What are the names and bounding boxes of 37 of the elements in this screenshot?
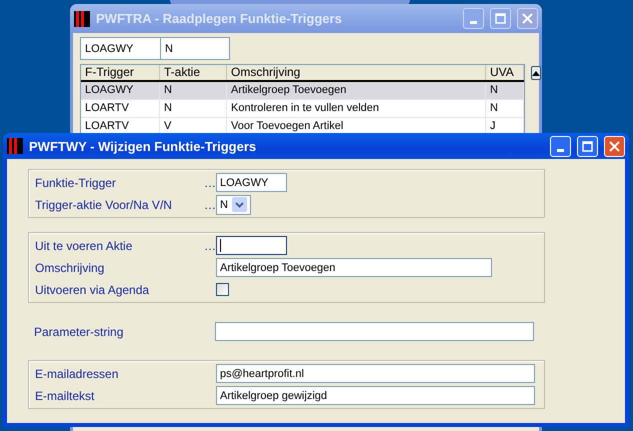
- field-label: Omschrijving: [35, 260, 106, 274]
- column-header[interactable]: T-aktie: [160, 65, 227, 80]
- lookup-link[interactable]: …: [204, 176, 216, 190]
- field-label: Uit te voeren Aktie: [35, 238, 134, 252]
- lookup-link[interactable]: …: [204, 238, 216, 252]
- field-label: Parameter-string: [34, 324, 124, 338]
- column-header[interactable]: UVA: [486, 65, 524, 80]
- dropdown[interactable]: N: [216, 194, 251, 214]
- input-field[interactable]: ps@heartprofit.nl: [216, 364, 535, 383]
- column-header[interactable]: Omschrijving: [227, 65, 486, 80]
- minimize-icon: [470, 21, 477, 24]
- field-label: Funktie-Trigger: [35, 176, 117, 190]
- minimize-icon: [557, 148, 564, 152]
- input-field[interactable]: LOAGWY: [216, 173, 287, 192]
- input-field[interactable]: [216, 236, 287, 255]
- window-title: PWFTWY - Wijzigen Funktie-Triggers: [29, 138, 258, 154]
- table-row[interactable]: LOAGWY N Artikelgroep Toevoegen N: [81, 82, 524, 100]
- field-label: E-mailtekst: [35, 388, 96, 402]
- app-logo-icon: [7, 138, 23, 154]
- field-label: Trigger-aktie Voor/Na V/N: [35, 198, 173, 212]
- triangle-up-icon: [532, 70, 540, 76]
- app-logo-icon: [74, 10, 90, 26]
- maximize-icon: [495, 13, 506, 24]
- close-icon: [609, 140, 620, 152]
- close-icon: [522, 13, 533, 24]
- window-title: PWFTRA - Raadplegen Funktie-Triggers: [96, 11, 343, 26]
- maximize-icon: [582, 140, 593, 152]
- table-row[interactable]: LOARTV N Kontroleren in te vullen velden N: [81, 100, 524, 118]
- field-label: E-mailadressen: [35, 366, 120, 380]
- input-field[interactable]: [215, 322, 534, 341]
- column-header[interactable]: F-Trigger: [81, 65, 160, 80]
- field-label: Uitvoeren via Agenda: [35, 282, 150, 296]
- input-field[interactable]: Artikelgroep gewijzigd: [216, 386, 535, 405]
- input-field[interactable]: Artikelgroep Toevoegen: [216, 258, 492, 277]
- checkbox[interactable]: [216, 283, 229, 296]
- lookup-link[interactable]: …: [204, 198, 216, 212]
- chevron-down-icon: [234, 202, 244, 208]
